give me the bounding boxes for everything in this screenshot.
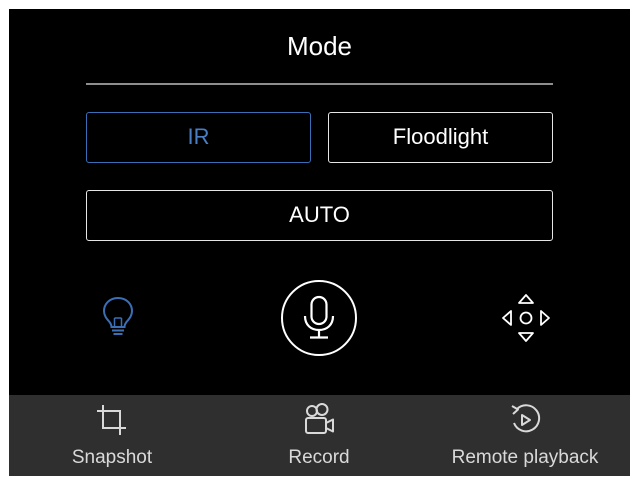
lightbulb-icon bbox=[102, 296, 134, 335]
ir-mode-button[interactable]: IR bbox=[86, 112, 311, 163]
bottom-toolbar: Snapshot Record Remote playback bbox=[9, 395, 630, 476]
page-title: Mode bbox=[286, 31, 353, 61]
video-camera-icon bbox=[305, 403, 334, 434]
remote-playback-label: Remote playback bbox=[451, 447, 599, 468]
record-button[interactable]: Record bbox=[264, 395, 374, 476]
crop-icon bbox=[97, 405, 126, 435]
snapshot-button[interactable]: Snapshot bbox=[51, 395, 173, 476]
auto-mode-button[interactable]: AUTO bbox=[86, 190, 553, 241]
playback-icon bbox=[511, 404, 541, 433]
light-toggle-button[interactable] bbox=[99, 294, 137, 338]
microphone-icon bbox=[281, 280, 357, 356]
ptz-direction-icon bbox=[502, 294, 550, 342]
record-label: Record bbox=[288, 447, 350, 468]
floodlight-mode-button[interactable]: Floodlight bbox=[328, 112, 553, 163]
ptz-control-button[interactable] bbox=[500, 292, 552, 344]
talk-button[interactable] bbox=[280, 279, 358, 357]
snapshot-label: Snapshot bbox=[71, 447, 153, 468]
remote-playback-button[interactable]: Remote playback bbox=[437, 395, 613, 476]
mode-panel: Mode IR Floodlight AUTO Snapshot Record … bbox=[9, 9, 630, 476]
title-divider bbox=[86, 83, 553, 85]
